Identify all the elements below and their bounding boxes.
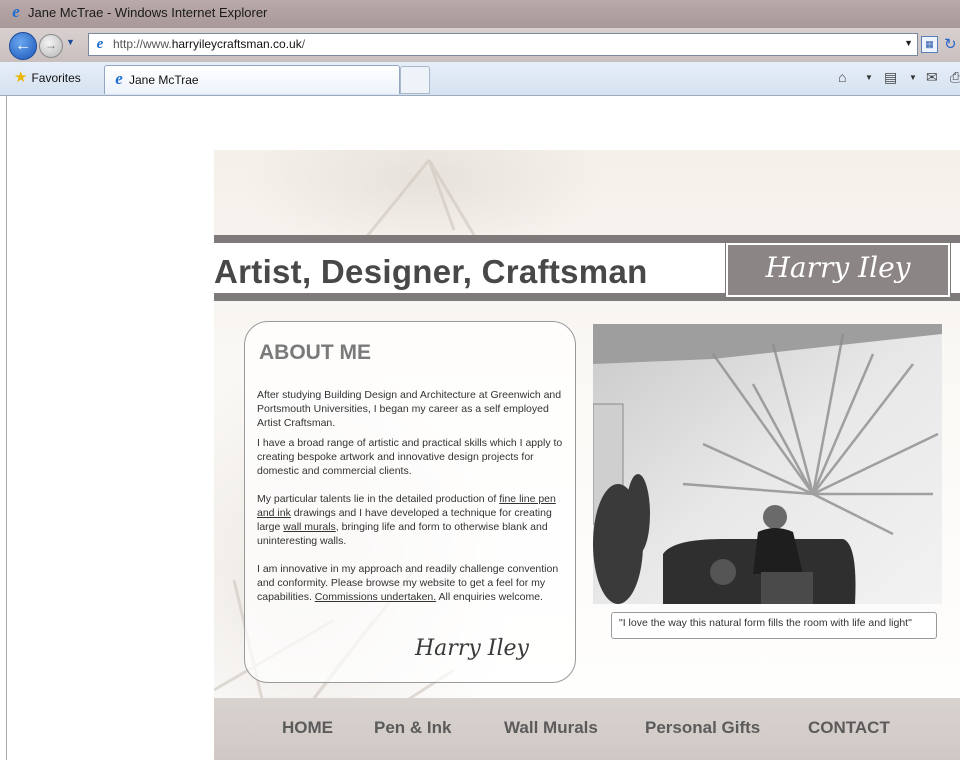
header-band: Artist, Designer, Craftsman Harry Iley [214,235,960,301]
new-tab-button[interactable] [400,66,430,94]
site-logo[interactable]: Harry Iley [725,242,951,298]
print-icon[interactable]: ⎙ [950,69,960,86]
tab-active[interactable]: e Jane McTrae [104,65,400,94]
url-path: / [301,37,306,51]
wall-murals-link[interactable]: wall murals [283,521,336,533]
about-paragraph-4: I am innovative in my approach and readi… [257,562,567,604]
nav-contact[interactable]: CONTACT [808,718,890,738]
about-paragraph-3: My particular talents lie in the detaile… [257,492,567,548]
compatibility-view-icon[interactable]: ▦ [921,36,938,53]
room-photo [593,324,942,604]
favorites-button[interactable]: ★ Favorites [14,68,81,86]
page-icon: e [96,36,104,52]
arrow-left-icon: ← [15,37,31,54]
about-paragraph-2: I have a broad range of artistic and pra… [257,437,563,477]
back-button[interactable]: ← [9,32,37,60]
content-border [6,96,7,760]
recent-pages-dropdown[interactable]: ▼ [66,37,75,47]
site-tagline: Artist, Designer, Craftsman [214,253,648,290]
address-bar[interactable]: e http://www.harryileycraftsman.co.uk/ ▼ [88,33,918,56]
photo-caption-box: "I love the way this natural form fills … [611,612,937,639]
address-dropdown-icon[interactable]: ▼ [904,38,913,48]
url-host: harryileycraftsman.co.uk [171,37,302,51]
tab-label: Jane McTrae [129,73,199,87]
refresh-icon[interactable]: ↻ [944,35,957,53]
home-dropdown-icon[interactable]: ▼ [865,73,873,82]
signature: Harry Iley [415,636,529,661]
about-me-card: ABOUT ME After studying Building Design … [244,321,576,683]
window-title: Jane McTrae - Windows Internet Explorer [28,5,268,20]
about-text: My particular talents lie in the detaile… [257,493,500,505]
url-scheme: http://www. [113,37,172,51]
ie-logo-icon: e [12,2,20,21]
navigation-bar: ← → ▼ e http://www.harryileycraftsman.co… [0,28,960,62]
forward-button[interactable]: → [39,34,63,58]
title-bar: e Jane McTrae - Windows Internet Explore… [0,0,960,28]
home-icon[interactable]: ⌂ [838,69,846,85]
logo-text: Harry Iley [765,251,911,284]
about-title: ABOUT ME [259,341,371,364]
tab-bar: ★ Favorites e Jane McTrae ⌂ ▼ ▤ ▼ ✉ ⎙ [0,62,960,96]
star-icon: ★ [14,69,28,86]
nav-wall-murals[interactable]: Wall Murals [504,718,598,738]
nav-personal-gifts[interactable]: Personal Gifts [645,718,760,738]
main-navigation: HOME Pen & Ink Wall Murals Personal Gift… [214,698,960,760]
feed-dropdown-icon[interactable]: ▼ [909,73,917,82]
about-text: All enquiries welcome. [436,591,543,603]
nav-pen-and-ink[interactable]: Pen & Ink [374,718,451,738]
about-body: After studying Building Design and Archi… [257,388,567,610]
favorites-label: Favorites [31,71,81,85]
arrow-right-icon: → [45,38,57,52]
mail-icon[interactable]: ✉ [926,69,938,86]
website: Artist, Designer, Craftsman Harry Iley A… [214,150,960,760]
address-url[interactable]: http://www.harryileycraftsman.co.uk/ [113,37,305,51]
photo-caption: "I love the way this natural form fills … [619,617,912,629]
nav-home[interactable]: HOME [282,718,333,738]
about-paragraph-1: After studying Building Design and Archi… [257,389,562,429]
ie-logo-icon: e [115,69,123,88]
commissions-link[interactable]: Commissions undertaken. [315,591,436,603]
rss-feed-icon[interactable]: ▤ [884,69,897,86]
